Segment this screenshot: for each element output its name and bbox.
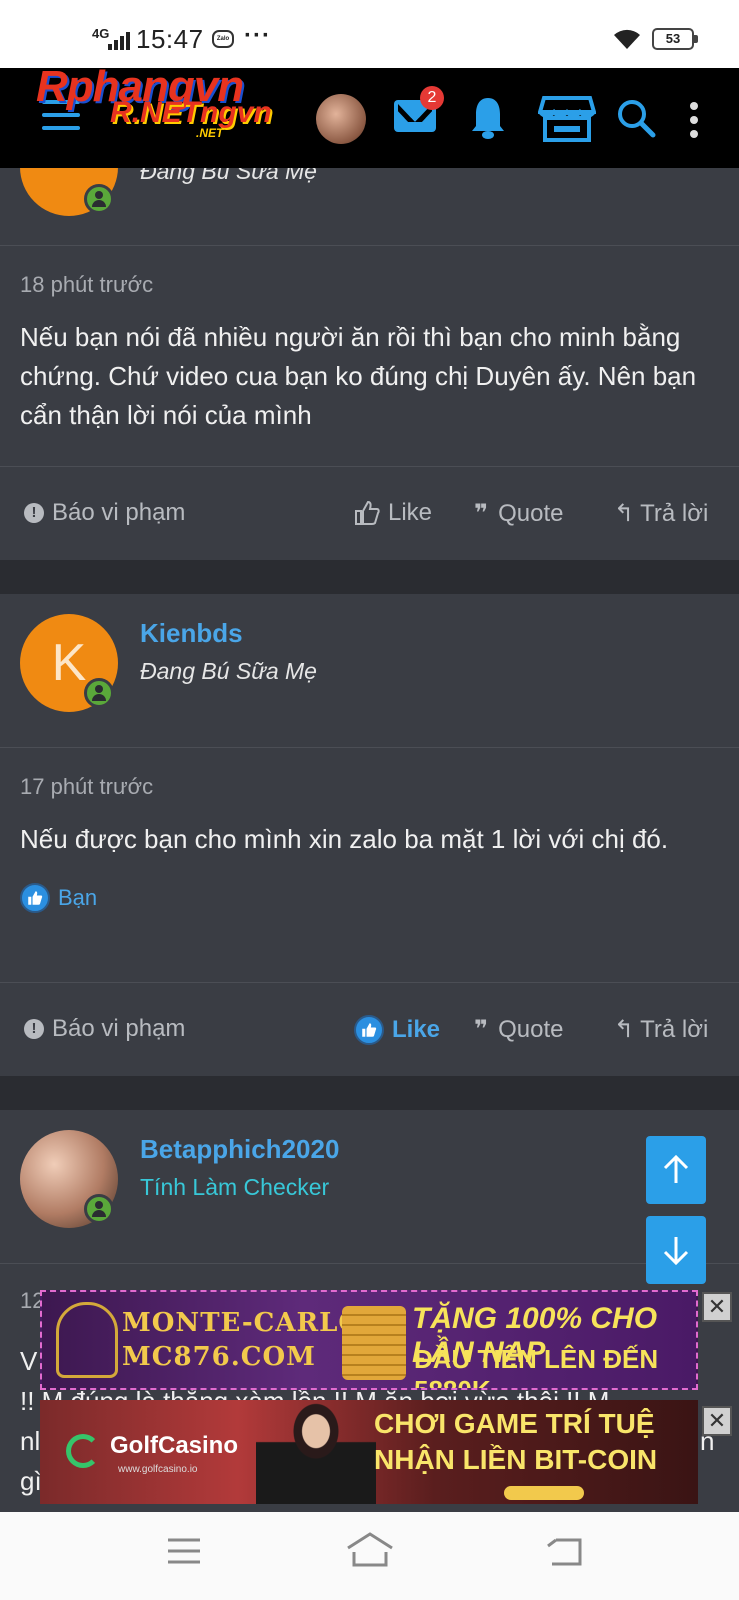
battery-icon: 53 [652, 28, 698, 50]
post-actions: ! Báo vi phạm Like ❞ Quote ↰ Trả lời [0, 982, 739, 1076]
back-icon[interactable] [546, 1536, 584, 1568]
more-options-icon[interactable] [690, 102, 698, 138]
user-title: Đang Bú Sữa Mẹ [140, 658, 317, 684]
ad-close-button[interactable]: ✕ [702, 1292, 732, 1322]
logo-net: .NET [196, 126, 224, 140]
thumbs-up-icon [355, 500, 380, 525]
system-nav-bar [0, 1512, 739, 1600]
arrow-up-icon [663, 1155, 689, 1183]
like-button[interactable]: Like [354, 1015, 440, 1045]
coins-icon [342, 1306, 406, 1380]
post-time[interactable]: 18 phút trước [0, 246, 739, 298]
signal-icon [108, 30, 130, 50]
golfcasino-logo-icon [66, 1434, 100, 1468]
scroll-top-button[interactable] [646, 1136, 706, 1204]
arrow-down-icon [663, 1237, 689, 1265]
reply-label: Trả lời [640, 499, 709, 527]
reaction-summary[interactable]: Bạn [0, 859, 739, 913]
thumbs-up-icon [354, 1015, 384, 1045]
status-time: 15:47 [136, 24, 204, 54]
report-label: Báo vi phạm [52, 499, 186, 526]
wifi-icon [614, 29, 640, 49]
quote-icon: ❞ [474, 1016, 489, 1043]
ad-banner-golfcasino[interactable]: GolfCasino www.golfcasino.io CHƠI GAME T… [40, 1400, 698, 1504]
search-icon[interactable] [616, 98, 656, 138]
reply-icon: ↰ [614, 1016, 635, 1043]
user-title: Tính Làm Checker [140, 1174, 330, 1200]
ad-photo [256, 1400, 376, 1504]
post-body: Nếu được bạn cho mình xin zalo ba mặt 1 … [20, 824, 669, 854]
reply-label: Trả lời [640, 1015, 709, 1043]
account-avatar[interactable] [316, 94, 366, 144]
report-button[interactable]: ! Báo vi phạm [24, 1015, 185, 1043]
more-notifications-icon: ··· [244, 22, 271, 49]
post-body: Nếu bạn nói đã nhiều người ăn rồi thì bạ… [20, 322, 697, 430]
montecarlo-crest-icon [56, 1302, 118, 1378]
reaction-users: Bạn [58, 885, 98, 910]
post: K Kienbds Đang Bú Sữa Mẹ 17 phút trước N… [0, 594, 739, 1076]
ad-close-button[interactable]: ✕ [702, 1406, 732, 1436]
alert-icon: ! [24, 1019, 44, 1039]
status-bar: 4G 15:47 Zalo ··· 53 [0, 0, 739, 68]
username-link[interactable]: Kienbds [140, 618, 243, 649]
recents-icon[interactable] [166, 1536, 202, 1566]
battery-level: 53 [665, 31, 681, 46]
ad-promo: ĐẦU TIÊN LÊN ĐẾN 5880K [414, 1344, 659, 1390]
logo-text-bottom: R.NETngvn [110, 96, 272, 129]
like-label: Like [392, 1016, 441, 1043]
reply-button[interactable]: ↰ Trả lời [614, 499, 708, 528]
ad-banner-montecarlo[interactable]: MONTE-CARLO MC876.COM TẶNG 100% CHO LẦN … [40, 1290, 698, 1390]
quote-button[interactable]: ❞ Quote [474, 499, 563, 528]
post-time[interactable]: 17 phút trước [0, 748, 739, 800]
store-icon[interactable] [538, 96, 596, 142]
post: Đang Bú Sữa Mẹ 18 phút trước Nếu bạn nói… [0, 118, 739, 560]
quote-icon: ❞ [474, 500, 489, 527]
network-type: 4G [92, 26, 110, 41]
ad-promo: NHẬN LIỀN BIT-COIN [374, 1444, 658, 1475]
ad-url: www.golfcasino.io [118, 1464, 198, 1475]
like-button[interactable]: Like [354, 499, 432, 527]
ad-cta-button[interactable] [504, 1486, 584, 1500]
quote-button[interactable]: ❞ Quote [474, 1015, 563, 1044]
online-status-icon [84, 678, 114, 708]
quote-label: Quote [498, 499, 564, 527]
scroll-bottom-button[interactable] [646, 1216, 706, 1284]
post-header: K Kienbds Đang Bú Sữa Mẹ [0, 594, 739, 748]
ad-brand: MONTE-CARLO MC876.COM [122, 1306, 362, 1374]
quote-label: Quote [498, 1015, 564, 1043]
bell-icon[interactable] [470, 96, 506, 140]
post-header: Betapphich2020 Tính Làm Checker [0, 1110, 739, 1264]
like-label: Like [388, 499, 433, 526]
app-header: Rphangvn R.NETngvn .NET 2 [0, 62, 739, 168]
ad-brand-line: MONTE-CARLO [122, 1308, 363, 1338]
report-button[interactable]: ! Báo vi phạm [24, 499, 185, 527]
report-label: Báo vi phạm [52, 1015, 186, 1042]
zalo-notification-icon: Zalo [212, 30, 234, 48]
reply-icon: ↰ [614, 500, 635, 527]
online-status-icon [84, 1194, 114, 1224]
ad-brand: GolfCasino [110, 1432, 239, 1459]
inbox-badge: 2 [420, 86, 444, 110]
username-link[interactable]: Betapphich2020 [140, 1134, 339, 1165]
online-status-icon [84, 184, 114, 214]
post-actions: ! Báo vi phạm Like ❞ Quote ↰ Trả lời [0, 466, 739, 560]
ad-promo: CHƠI GAME TRÍ TUỆ [374, 1408, 655, 1439]
home-icon[interactable] [346, 1532, 394, 1568]
thumbs-up-icon [20, 883, 50, 913]
ad-brand-line: MC876.COM [122, 1342, 316, 1372]
reply-button[interactable]: ↰ Trả lời [614, 1015, 708, 1044]
alert-icon: ! [24, 503, 44, 523]
